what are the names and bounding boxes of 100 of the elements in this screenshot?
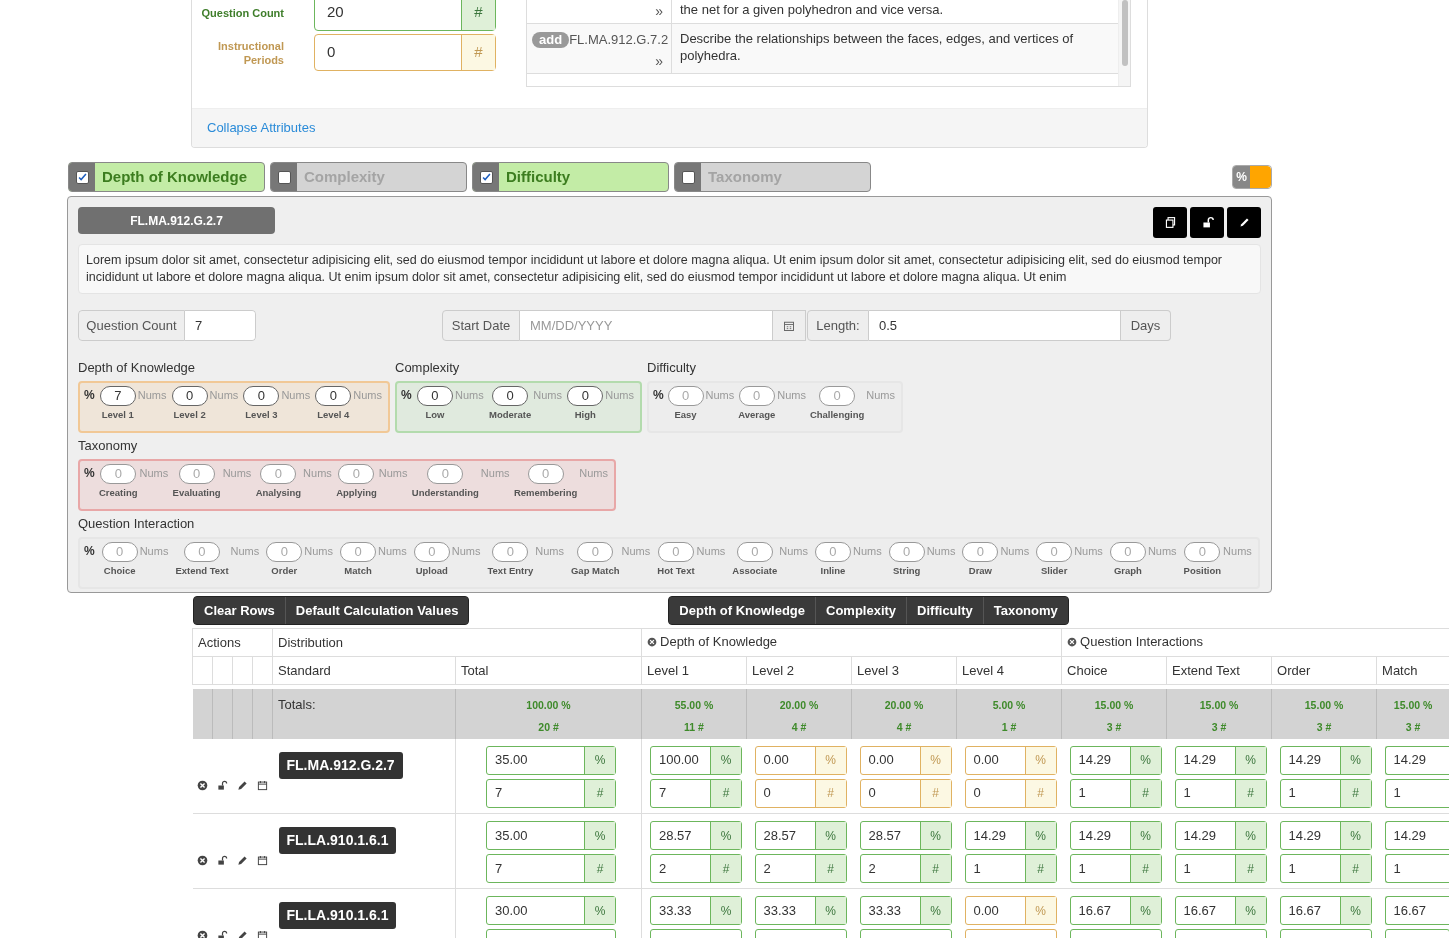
- percent-field[interactable]: 33.33 %: [650, 896, 742, 925]
- remove-icon[interactable]: [197, 780, 208, 792]
- pencil-icon[interactable]: [237, 930, 248, 938]
- percent-field[interactable]: 14.29: [1384, 745, 1449, 775]
- total-percent: 20.00 %: [884, 697, 924, 713]
- unit-label: Nums: [480, 466, 510, 481]
- value-field[interactable]: 7: [99, 386, 136, 406]
- item-label: Evaluating: [172, 486, 221, 500]
- percent-field[interactable]: 28.57 %: [754, 821, 847, 850]
- pencil-icon[interactable]: [237, 780, 248, 792]
- count-field[interactable]: 2 #: [859, 854, 952, 883]
- standard-description: the net for a given polyhedron and vice versa.: [679, 1, 945, 19]
- percent-field[interactable]: 14.29 %: [1279, 745, 1372, 775]
- total-count: 20 #: [538, 719, 559, 735]
- toolbar-button[interactable]: Clear Rows: [194, 597, 285, 624]
- percent-field[interactable]: 28.57 %: [650, 821, 742, 850]
- percent-field[interactable]: 16.67 %: [1279, 896, 1372, 925]
- remove-icon[interactable]: [1067, 637, 1078, 648]
- percent-field[interactable]: 14.29 %: [1069, 821, 1162, 850]
- category-button[interactable]: Taxonomy: [982, 597, 1068, 624]
- count-field[interactable]: 1: [1384, 854, 1449, 883]
- category-button[interactable]: Complexity: [815, 597, 907, 624]
- count-field[interactable]: 0 #: [754, 778, 847, 808]
- unlock-button[interactable]: [1190, 207, 1224, 238]
- percent-field[interactable]: 35.00 %: [486, 745, 616, 775]
- checkbox[interactable]: [277, 170, 291, 184]
- percent-field[interactable]: 35.00 %: [486, 821, 616, 850]
- unlock-icon[interactable]: [217, 930, 228, 938]
- count-field[interactable]: 2 #: [650, 854, 742, 883]
- percent-field[interactable]: 0.00 %: [754, 745, 847, 775]
- percent-field[interactable]: 28.57 %: [859, 821, 952, 850]
- checkbox[interactable]: [681, 170, 695, 184]
- calendar-icon[interactable]: [257, 780, 268, 792]
- percent-switch[interactable]: %: [1232, 165, 1272, 189]
- expand-icon[interactable]: »: [655, 52, 666, 69]
- count-field[interactable]: 1: [1384, 778, 1449, 808]
- unit-label: Nums: [696, 544, 726, 559]
- pencil-icon[interactable]: [237, 855, 248, 867]
- remove-icon[interactable]: [647, 637, 657, 648]
- number-field[interactable]: 20 #: [314, 0, 496, 31]
- percent-field[interactable]: 33.33 %: [754, 896, 847, 925]
- toolbar-button[interactable]: Default Calculation Values: [284, 597, 469, 624]
- unlock-icon[interactable]: [217, 780, 228, 792]
- item-label: Match: [344, 564, 372, 578]
- percent-field[interactable]: 100.00 %: [650, 745, 742, 775]
- category-toggle[interactable]: Difficulty: [472, 162, 669, 192]
- count-field[interactable]: 0 #: [859, 778, 952, 808]
- scrollbar[interactable]: [1118, 0, 1130, 86]
- percent-field[interactable]: 0.00 %: [964, 745, 1057, 775]
- count-field[interactable]: 1 #: [1279, 778, 1372, 808]
- number-field[interactable]: 0 #: [314, 34, 496, 71]
- percent-label: %: [84, 543, 95, 560]
- checkbox[interactable]: [75, 170, 89, 184]
- percent-field[interactable]: 33.33 %: [859, 896, 952, 925]
- unit-label: Nums: [926, 544, 956, 559]
- count-field[interactable]: 2 #: [754, 854, 847, 883]
- category-button[interactable]: Difficulty: [906, 597, 983, 624]
- checkbox[interactable]: [479, 170, 493, 184]
- percent-field[interactable]: 14.29 %: [964, 821, 1057, 850]
- value-field[interactable]: 0: [567, 386, 604, 406]
- calendar-icon[interactable]: [257, 855, 268, 867]
- column-header: Level 3: [857, 662, 899, 678]
- count-field[interactable]: 7 #: [486, 778, 616, 808]
- count-field[interactable]: 1 #: [1069, 778, 1162, 808]
- percent-field[interactable]: 16.67: [1384, 896, 1449, 925]
- value-field[interactable]: 0: [315, 386, 352, 406]
- count-field[interactable]: 7 #: [650, 778, 742, 808]
- value-field[interactable]: 0: [243, 386, 280, 406]
- percent-field[interactable]: 14.29: [1384, 821, 1449, 850]
- percent-field[interactable]: 14.29 %: [1279, 821, 1372, 850]
- percent-field[interactable]: 16.67 %: [1069, 896, 1162, 925]
- category-button[interactable]: Depth of Knowledge: [669, 597, 816, 624]
- calendar-icon[interactable]: [257, 930, 268, 938]
- copy-button[interactable]: [1153, 207, 1187, 238]
- percent-field[interactable]: 0.00 %: [964, 896, 1057, 925]
- category-toggle[interactable]: Depth of Knowledge: [68, 162, 265, 192]
- count-field[interactable]: 7 #: [486, 854, 616, 883]
- percent-field[interactable]: 14.29 %: [1069, 745, 1162, 775]
- count-field[interactable]: 1 #: [964, 854, 1057, 883]
- unlock-icon[interactable]: [217, 855, 228, 867]
- count-field[interactable]: 0 #: [964, 778, 1057, 808]
- count-field[interactable]: 1 #: [1069, 854, 1162, 883]
- percent-field[interactable]: 16.67 %: [1174, 896, 1267, 925]
- remove-icon[interactable]: [197, 930, 208, 938]
- remove-icon[interactable]: [197, 855, 208, 867]
- value-field[interactable]: 0: [171, 386, 208, 406]
- count-field[interactable]: 1 #: [1174, 778, 1267, 808]
- value-field[interactable]: 0: [492, 386, 529, 406]
- count-field[interactable]: 1 #: [1174, 854, 1267, 883]
- pencil-button[interactable]: [1227, 207, 1261, 238]
- expand-icon[interactable]: »: [655, 3, 666, 19]
- unit-label: Nums: [852, 544, 882, 559]
- percent-field[interactable]: 30.00 %: [486, 896, 616, 925]
- column-header: Level 1: [647, 662, 689, 678]
- percent-field[interactable]: 0.00 %: [859, 745, 952, 775]
- percent-field[interactable]: 14.29 %: [1174, 821, 1267, 850]
- value-field[interactable]: 0: [416, 386, 453, 406]
- count-field[interactable]: 1 #: [1279, 854, 1372, 883]
- item-label: Challenging: [809, 408, 865, 422]
- percent-field[interactable]: 14.29 %: [1174, 745, 1267, 775]
